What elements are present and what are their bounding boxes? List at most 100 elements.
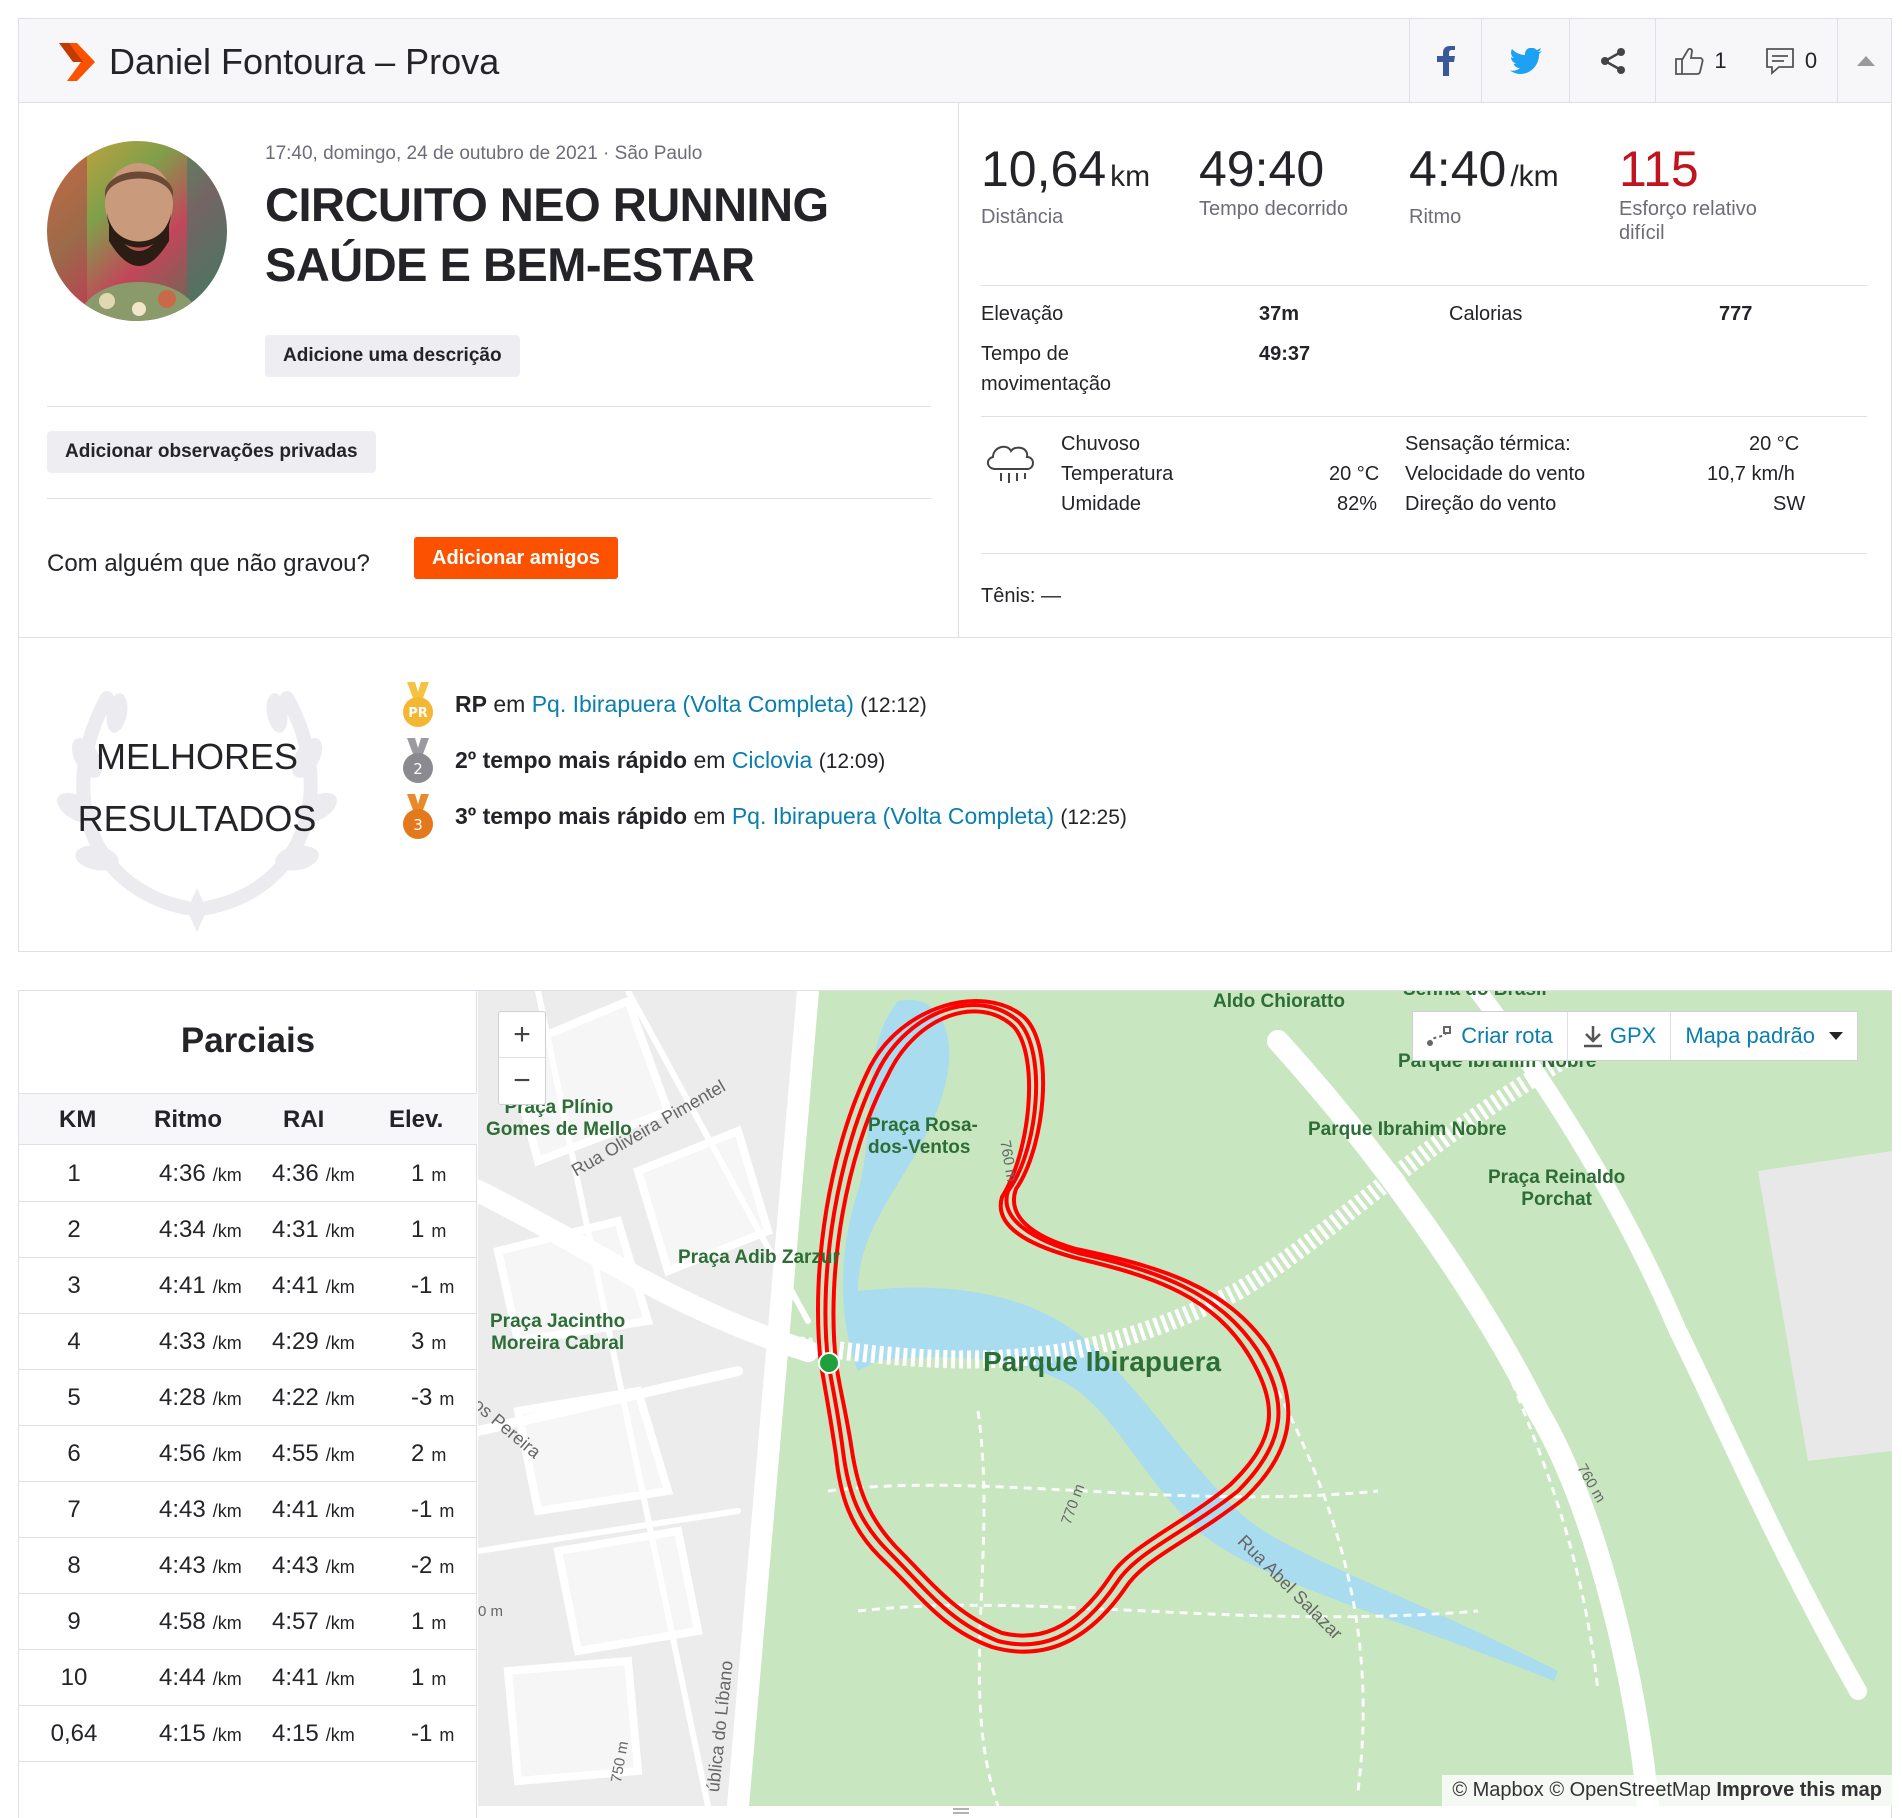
activity-datetime-location: 17:40, domingo, 24 de outubro de 2021 · … [265, 143, 703, 164]
split-gap-value: 4:41 [272, 1272, 319, 1299]
split-pace: 4:15/km [159, 1720, 242, 1748]
attribution-text[interactable]: © Mapbox © OpenStreetMap [1452, 1779, 1711, 1801]
zoom-out-button[interactable]: − [499, 1058, 545, 1104]
add-description-button[interactable]: Adicione uma descrição [265, 335, 520, 377]
split-pace: 4:28/km [159, 1384, 242, 1412]
map-label: Praça Adib Zarzur [678, 1247, 840, 1268]
split-elevation-value: 2 [411, 1440, 425, 1467]
activity-summary-panel: 17:40, domingo, 24 de outubro de 2021 · … [19, 103, 959, 637]
pace-label: Ritmo [1409, 206, 1462, 228]
split-pace: 4:44/km [159, 1664, 242, 1692]
split-row[interactable]: 1 4:36/km 4:36/km 1 m [19, 1146, 477, 1202]
create-route-button[interactable]: Criar rota [1413, 1012, 1568, 1060]
segment-link[interactable]: Ciclovia [732, 747, 813, 773]
kudos-button[interactable]: 1 [1655, 19, 1745, 103]
moving-time-value: 49:37 [1259, 343, 1311, 365]
pace-unit: /km [1510, 160, 1559, 193]
gpx-export-button[interactable]: GPX [1568, 1012, 1672, 1060]
collapse-button[interactable] [1837, 19, 1893, 103]
athlete-avatar[interactable] [47, 141, 227, 321]
route-map[interactable]: Aldo Chioratto Senna do Brasil Parque Ib… [478, 991, 1892, 1806]
map-label: Parque Ibrahim Nobre [1308, 1119, 1507, 1140]
split-pace-value: 4:28 [159, 1384, 206, 1411]
weather-condition: Chuvoso [1061, 433, 1140, 455]
split-gap: 4:36/km [272, 1160, 355, 1188]
share-button[interactable] [1569, 19, 1655, 103]
split-pace-value: 4:36 [159, 1160, 206, 1187]
map-label-line: dos-Ventos [868, 1137, 971, 1158]
split-km: 7 [29, 1496, 119, 1524]
splits-panel: Parciais KM Ritmo RAI Elev. 1 4:36/km 4:36… [19, 991, 477, 1818]
split-row[interactable]: 2 4:34/km 4:31/km 1 m [19, 1202, 477, 1258]
split-gap-value: 4:15 [272, 1720, 319, 1747]
split-row[interactable]: 4 4:33/km 4:29/km 3 m [19, 1314, 477, 1370]
split-km: 6 [29, 1440, 119, 1468]
split-gap-unit: /km [325, 1165, 355, 1185]
split-elevation-value: -3 [411, 1384, 433, 1411]
split-row[interactable]: 8 4:43/km 4:43/km -2 m [19, 1538, 477, 1594]
distance-unit: km [1110, 160, 1151, 193]
elapsed-label: Tempo decorrido [1199, 198, 1348, 220]
stat-relative-effort[interactable]: 115 Esforço relativo difícil [1619, 141, 1757, 245]
map-type-dropdown[interactable]: Mapa padrão [1671, 1012, 1857, 1060]
split-elevation: 1m [411, 1160, 446, 1188]
segment-link[interactable]: Pq. Ibirapuera (Volta Completa) [532, 691, 854, 717]
split-row[interactable]: 7 4:43/km 4:41/km -1 m [19, 1482, 477, 1538]
split-row[interactable]: 3 4:41/km 4:41/km -1 m [19, 1258, 477, 1314]
moving-time-label-line1: Tempo de [981, 343, 1069, 365]
zoom-in-button[interactable]: + [499, 1012, 545, 1058]
split-elevation-value: -2 [411, 1552, 433, 1579]
add-private-notes-button[interactable]: Adicionar observações privadas [47, 431, 376, 473]
comment-count: 0 [1804, 48, 1818, 73]
split-km-value: 3 [67, 1272, 81, 1299]
svg-text:3: 3 [413, 816, 423, 834]
elapsed-value: 49:40 [1199, 141, 1325, 197]
map-label: Praça Reinaldo Porchat [1488, 1167, 1625, 1211]
header-gap: RAI [283, 1106, 325, 1133]
split-elevation: 1m [411, 1664, 446, 1692]
split-gap-unit: /km [325, 1557, 355, 1577]
split-pace-value: 4:56 [159, 1440, 206, 1467]
split-row[interactable]: 10 4:44/km 4:41/km 1 m [19, 1650, 477, 1706]
split-elevation-value: 3 [411, 1328, 425, 1355]
download-icon [1583, 1026, 1602, 1048]
comment-button[interactable]: 0 [1745, 19, 1837, 103]
moving-time-label: Tempo de movimentação [981, 339, 1111, 399]
facebook-icon [1436, 46, 1455, 76]
header-km: KM [59, 1106, 97, 1133]
elevation-label: Elevação [981, 303, 1064, 325]
split-gap: 4:41/km [272, 1272, 355, 1300]
effort-value: 115 [1619, 141, 1699, 197]
split-pace-value: 4:43 [159, 1496, 206, 1523]
divider [981, 553, 1867, 554]
add-friends-prompt: Com alguém que não gravou? [47, 550, 370, 577]
split-pace-value: 4:58 [159, 1608, 206, 1635]
improve-map-link[interactable]: Improve this map [1716, 1779, 1882, 1801]
split-row[interactable]: 9 4:58/km 4:57/km 1 m [19, 1594, 477, 1650]
split-km: 4 [29, 1328, 119, 1356]
wind-speed-label: Velocidade do vento [1405, 463, 1586, 485]
split-elevation: 2m [411, 1440, 446, 1468]
split-gap-unit: /km [325, 1725, 355, 1745]
achievement-pr: PR RP em Pq. Ibirapuera (Volta Completa)… [401, 682, 927, 728]
divider [981, 285, 1867, 286]
divider [981, 416, 1867, 417]
split-pace-value: 4:43 [159, 1552, 206, 1579]
add-friends-button[interactable]: Adicionar amigos [414, 537, 618, 579]
temperature-label: Temperatura [1061, 463, 1174, 485]
split-row[interactable]: 5 4:28/km 4:22/km -3 m [19, 1370, 477, 1426]
split-gap-value: 4:43 [272, 1552, 319, 1579]
split-row[interactable]: 0,64 4:15/km 4:15/km -1 m [19, 1706, 477, 1762]
facebook-share-button[interactable] [1409, 19, 1481, 103]
split-pace-value: 4:34 [159, 1216, 206, 1243]
split-pace-unit: /km [212, 1613, 242, 1633]
split-elevation-unit: m [439, 1389, 455, 1409]
resize-handle-icon[interactable] [951, 1806, 971, 1816]
segment-link[interactable]: Pq. Ibirapuera (Volta Completa) [732, 803, 1054, 829]
activity-title: CIRCUITO NEO RUNNING SAÚDE E BEM-ESTAR [265, 175, 865, 295]
twitter-share-button[interactable] [1481, 19, 1569, 103]
split-gap-value: 4:55 [272, 1440, 319, 1467]
split-row[interactable]: 6 4:56/km 4:55/km 2 m [19, 1426, 477, 1482]
pr-medal-icon: PR [403, 682, 433, 727]
split-pace: 4:43/km [159, 1552, 242, 1580]
